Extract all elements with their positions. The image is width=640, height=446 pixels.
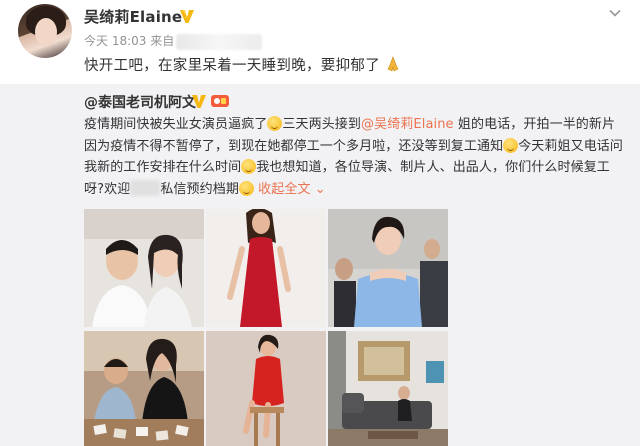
repost-author[interactable]: @泰国老司机阿文 bbox=[84, 92, 196, 112]
source-blurred bbox=[176, 33, 263, 50]
blurred-text bbox=[130, 179, 161, 196]
chevron-down-icon[interactable] bbox=[608, 6, 622, 20]
crying-face-icon bbox=[503, 137, 519, 153]
mention-link[interactable]: @吴绮莉Elaine bbox=[361, 117, 454, 132]
laughing-face-icon bbox=[267, 116, 283, 131]
living-room-photo[interactable] bbox=[328, 331, 448, 446]
weibo-post: 吴绮莉Elaine 今天 18:03 来自 快开工吧，在家里呆着一天睡到晚，要抑… bbox=[0, 0, 640, 84]
gold-v-badge-icon bbox=[180, 10, 194, 23]
couple-selfie-photo[interactable] bbox=[84, 209, 204, 327]
red-outfit-sitting-photo[interactable] bbox=[206, 331, 326, 446]
sad-face-icon bbox=[241, 159, 257, 174]
repost-text: 疫情期间快被失业女演员逼疯了 三天两头接到@吴绮莉Elaine 姐的电话，开拍一半… bbox=[84, 116, 624, 197]
praying-hands-icon bbox=[387, 56, 399, 72]
post-text: 快开工吧，在家里呆着一天睡到晚，要抑郁了 bbox=[84, 54, 401, 75]
author-avatar[interactable] bbox=[18, 4, 72, 58]
collapse-text-link[interactable]: 收起全文 ⌄ bbox=[258, 182, 326, 197]
post-time: 今天 18:03 来自 bbox=[84, 34, 175, 48]
red-dress-photo[interactable] bbox=[206, 209, 326, 327]
author-name[interactable]: 吴绮莉Elaine bbox=[84, 6, 182, 27]
gold-v-badge-icon bbox=[192, 95, 206, 108]
repost-card: @泰国老司机阿文 疫情期间快被失业女演员逼疯了 三天两头接到@吴绮莉Elaine … bbox=[0, 84, 640, 446]
smile-face-icon bbox=[238, 180, 254, 196]
level-badge-icon bbox=[211, 95, 229, 107]
post-meta: 今天 18:03 来自 bbox=[84, 32, 263, 50]
family-table-photo[interactable] bbox=[84, 331, 204, 446]
blue-top-event-photo[interactable] bbox=[328, 209, 448, 327]
